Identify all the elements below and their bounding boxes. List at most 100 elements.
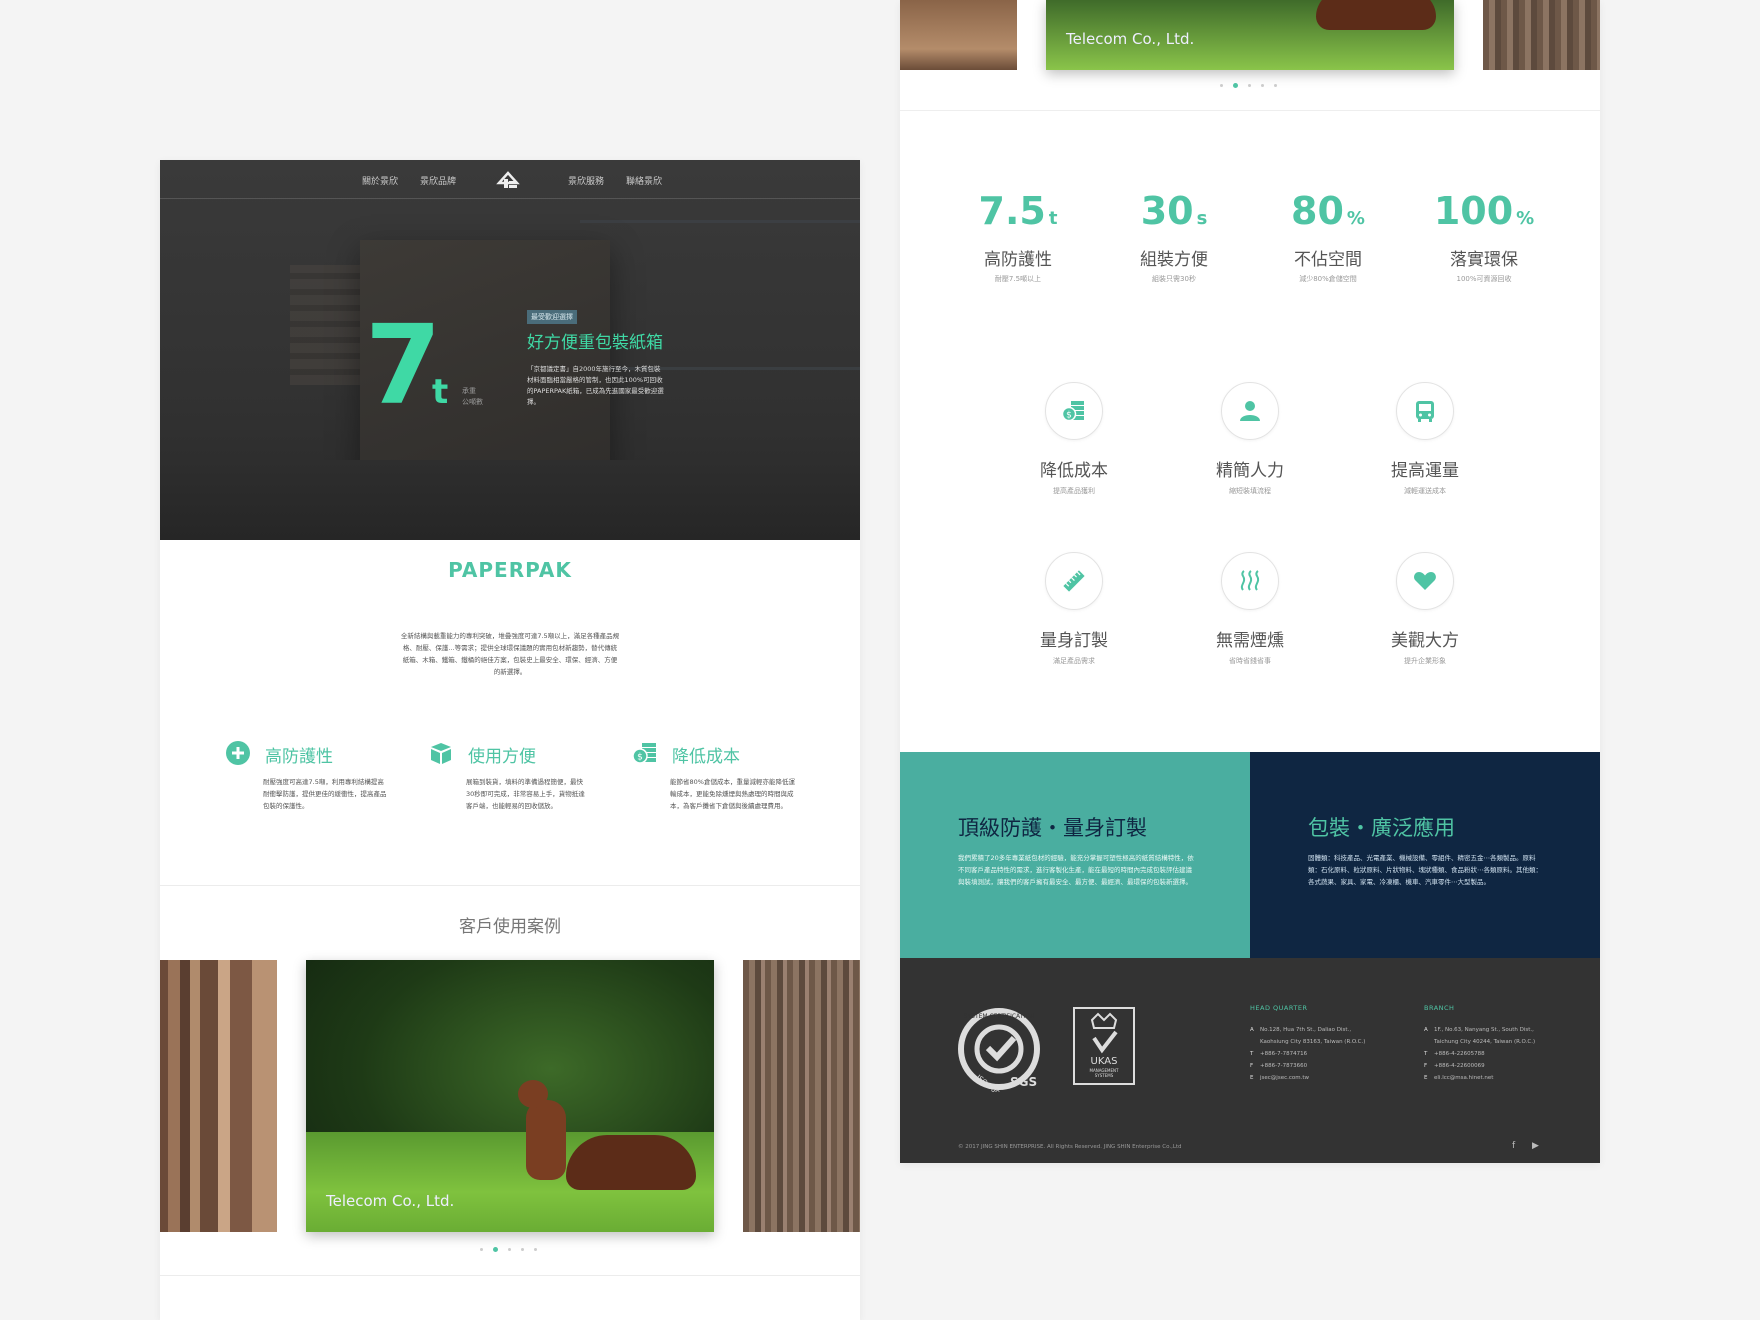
carousel-caption: Telecom Co., Ltd.: [1066, 30, 1195, 48]
footer-line: F +886-7-7873660: [1250, 1063, 1308, 1069]
benefit-label: 無需煙燻: [1216, 631, 1284, 651]
divider: [160, 885, 860, 886]
svg-text:$: $: [637, 753, 643, 763]
brand-description: 全新結構與載重能力的專利突破，堆疊強度可達7.5噸以上，滿足各種產品規格、耐壓、…: [400, 632, 620, 676]
benefit-label: 精簡人力: [1216, 461, 1284, 481]
carousel-dot[interactable]: [1220, 84, 1223, 87]
stat-value: 80%: [1291, 189, 1365, 233]
carousel-main-photo[interactable]: Telecom Co., Ltd.: [1046, 0, 1454, 70]
stat-eco: 100% 落實環保 100%可資源回收: [1414, 192, 1554, 284]
steam-icon: [1221, 552, 1279, 610]
stat-label: 高防護性: [984, 250, 1052, 270]
carousel-dots: [480, 1247, 537, 1252]
carousel-dot[interactable]: [534, 1248, 537, 1251]
stat-label: 組裝方便: [1140, 250, 1208, 270]
stat-sub: 組裝只需30秒: [1152, 275, 1196, 283]
cases-title: 客戶使用案例: [459, 917, 561, 937]
stat-value: 7.5 t: [978, 189, 1058, 233]
hero-title: 好方便重包裝紙箱: [527, 333, 663, 353]
band-description: 我們累積了20多年專業紙包材的經驗，能充分掌握可塑性極高的紙質結構特性，依不同客…: [958, 854, 1194, 886]
carousel-prev-photo[interactable]: [160, 960, 277, 1232]
hero-badge: 最受歡迎選擇: [527, 310, 577, 324]
nav-link-about[interactable]: 關於景欣: [362, 174, 398, 187]
carousel-dot[interactable]: [508, 1248, 511, 1251]
hero-bg-floor: [160, 460, 860, 540]
stat-label: 不佔空間: [1294, 250, 1362, 270]
footer-line[interactable]: Eeli.lcc@msa.hinet.net: [1424, 1072, 1584, 1084]
svg-text:SYSTEMS: SYSTEMS: [1095, 1073, 1114, 1078]
benefit-sub: 減輕運送成本: [1404, 487, 1446, 495]
benefit-sub: 縮短裝填流程: [1229, 487, 1271, 495]
top-nav: 關於景欣 景欣品牌 景欣服務 聯絡景欣: [160, 160, 860, 199]
brand-title: PAPERPAK: [448, 558, 572, 582]
benefit-cost: $ 降低成本 提高產品獲利: [1004, 382, 1144, 496]
plus-circle-icon: [226, 741, 250, 765]
feature-description: 展箱到裝貨，填料的準備過程簡便，最快30秒即可完成，非常容易上手，貨物抵達客戶端…: [466, 778, 585, 810]
footer-branch: BRANCH A 1F., No.63, Nanyang St., South D…: [1424, 1004, 1584, 1084]
carousel-dot[interactable]: [1274, 84, 1277, 87]
logo-icon[interactable]: [495, 169, 521, 189]
hero-section: 關於景欣 景欣品牌 景欣服務 聯絡景欣 7 t 承重 公噸數 最受歡迎選擇 好方…: [160, 160, 860, 540]
footer-line: A No.128, Hua 7th St., Daliao Dist.,: [1250, 1027, 1352, 1033]
divider: [160, 1275, 860, 1276]
benefit-custom: 量身訂製 滿足產品需求: [1004, 552, 1144, 666]
nav-link-brand[interactable]: 景欣品牌: [420, 174, 456, 187]
svg-text:SGS: SGS: [1010, 1075, 1037, 1089]
svg-text:UKAS: UKAS: [1091, 1056, 1118, 1067]
protection-band: 頂級防護・量身訂製 我們累積了20多年專業紙包材的經驗，能充分掌握可塑性極高的紙…: [900, 752, 1250, 958]
feature-description: 能節省80%倉儲成本，重量減輕亦能降低運輸成本，更能免除燻煙與熱處理的時間與成本…: [670, 778, 795, 810]
left-page-mockup: 關於景欣 景欣品牌 景欣服務 聯絡景欣 7 t 承重 公噸數 最受歡迎選擇 好方…: [160, 160, 860, 1320]
hero-unit: t: [432, 372, 449, 412]
nav-link-service[interactable]: 景欣服務: [568, 174, 604, 187]
footer-line[interactable]: T +886-4-22605788: [1424, 1048, 1584, 1060]
hero-load-label: 承重 公噸數: [462, 387, 483, 406]
benefit-no-fumigation: 無需煙燻 省時省錢省事: [1180, 552, 1320, 666]
money-coins-icon: $: [1045, 382, 1103, 440]
youtube-icon[interactable]: ▶: [1532, 1141, 1539, 1151]
band-title: 包裝・廣泛應用: [1308, 816, 1455, 840]
bus-icon: [1396, 382, 1454, 440]
nav-link-contact[interactable]: 聯絡景欣: [626, 174, 662, 187]
feature-title: 降低成本: [672, 747, 740, 767]
carousel-next-photo[interactable]: [1483, 0, 1600, 70]
carousel-dot-active[interactable]: [493, 1247, 498, 1252]
carousel-dots: [1220, 83, 1277, 88]
carousel-main-photo[interactable]: Telecom Co., Ltd.: [306, 960, 714, 1232]
stat-sub: 減少80%倉儲空間: [1299, 275, 1357, 283]
benefit-label: 降低成本: [1040, 461, 1108, 481]
carousel-dot-active[interactable]: [1233, 83, 1238, 88]
person-icon: [1221, 382, 1279, 440]
stat-sub: 100%可資源回收: [1456, 275, 1512, 283]
photo-squirrel-tail: [566, 1135, 696, 1190]
hero-big-number: 7: [365, 301, 442, 429]
carousel-prev-photo[interactable]: [900, 0, 1017, 70]
benefit-sub: 省時省錢省事: [1229, 657, 1271, 665]
photo-squirrel-body: [526, 1100, 566, 1180]
footer-heading: BRANCH: [1424, 1004, 1455, 1012]
right-page-mockup: Telecom Co., Ltd. 7.5 t 高防護性 耐壓7.5噸以上 30 s…: [900, 0, 1600, 1163]
band-description: 固體類：科技產品、光電產業、機械設備、零組件、精密五金⋯各類製品。原料類：石化原…: [1308, 854, 1542, 886]
footer-line[interactable]: Ejsec@jsec.com.tw: [1250, 1072, 1410, 1084]
stat-assembly: 30 s 組裝方便 組裝只需30秒: [1104, 192, 1244, 284]
benefit-label: 美觀大方: [1391, 631, 1459, 651]
footer-hq: HEAD QUARTER A No.128, Hua 7th St., Dalia…: [1250, 1004, 1410, 1084]
facebook-icon[interactable]: f: [1512, 1141, 1515, 1151]
footer-heading: HEAD QUARTER: [1250, 1004, 1308, 1012]
svg-text:$: $: [1066, 411, 1072, 421]
carousel-dot[interactable]: [480, 1248, 483, 1251]
carousel-dot[interactable]: [1248, 84, 1251, 87]
money-coins-icon: $: [632, 743, 656, 764]
benefit-labor: 精簡人力 縮短裝填流程: [1180, 382, 1320, 496]
photo-squirrel-tail: [1316, 0, 1436, 30]
feature-title: 使用方便: [468, 747, 536, 767]
carousel-next-photo[interactable]: [743, 960, 860, 1232]
benefit-appearance: 美觀大方 提升企業形象: [1355, 552, 1495, 666]
application-band: 包裝・廣泛應用 固體類：科技產品、光電產業、機械設備、零組件、精密五金⋯各類製品…: [1250, 752, 1600, 958]
benefit-label: 提高運量: [1391, 461, 1459, 481]
footer-line[interactable]: T +886-7-7874716: [1250, 1048, 1410, 1060]
stat-value: 100%: [1433, 189, 1535, 233]
benefit-sub: 提升企業形象: [1404, 657, 1446, 665]
heart-icon: [1396, 552, 1454, 610]
carousel-dot[interactable]: [521, 1248, 524, 1251]
carousel-dot[interactable]: [1261, 84, 1264, 87]
